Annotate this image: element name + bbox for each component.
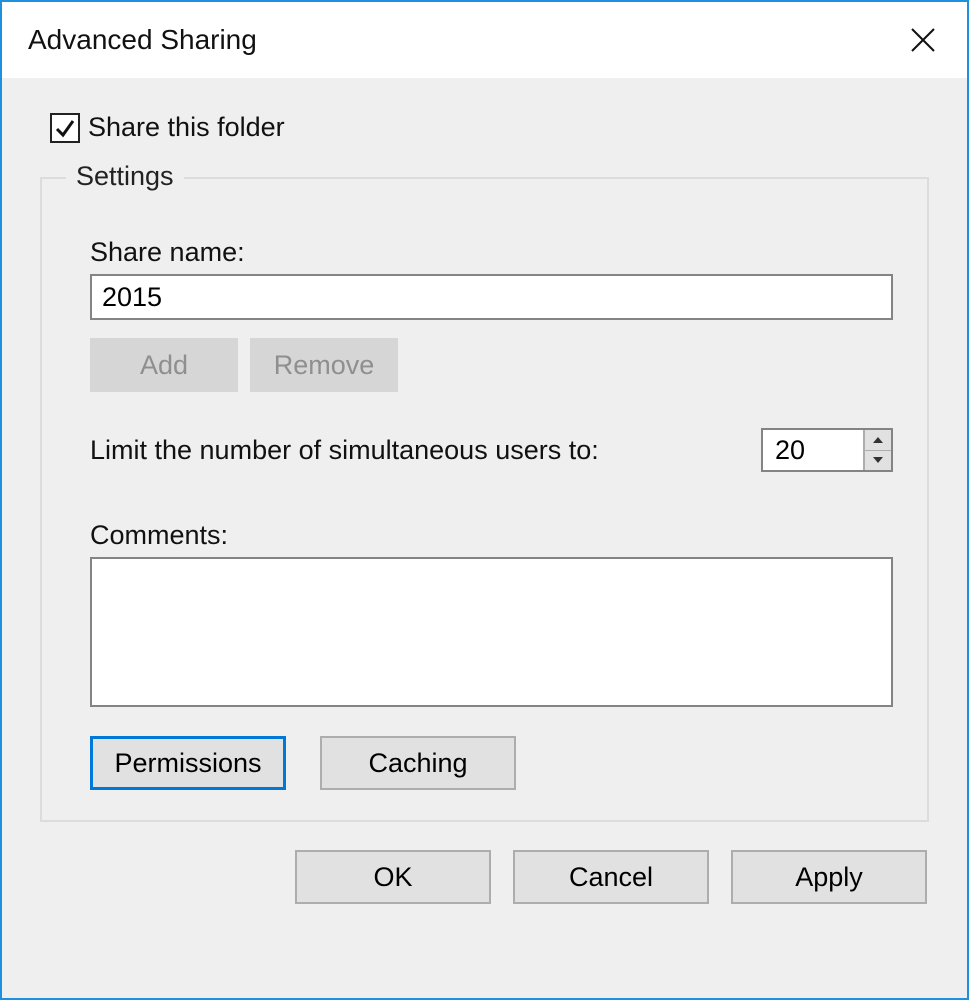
remove-button: Remove: [250, 338, 398, 392]
limit-users-spinner: [761, 428, 893, 472]
chevron-down-icon: [872, 456, 884, 464]
share-folder-label: Share this folder: [88, 112, 285, 143]
caching-button[interactable]: Caching: [320, 736, 516, 790]
comments-input[interactable]: [90, 557, 893, 707]
share-name-label: Share name:: [90, 237, 893, 268]
close-button[interactable]: [899, 16, 947, 64]
limit-users-label: Limit the number of simultaneous users t…: [90, 435, 599, 466]
add-remove-row: Add Remove: [90, 338, 893, 392]
dialog-body: Share this folder Settings Share name: A…: [2, 78, 967, 998]
add-button: Add: [90, 338, 238, 392]
titlebar: Advanced Sharing: [2, 2, 967, 78]
settings-group: Settings Share name: Add Remove Limit th…: [40, 177, 929, 822]
cancel-button[interactable]: Cancel: [513, 850, 709, 904]
permissions-button[interactable]: Permissions: [90, 736, 286, 790]
apply-button[interactable]: Apply: [731, 850, 927, 904]
dialog-button-bar: OK Cancel Apply: [40, 850, 929, 904]
limit-users-input[interactable]: [763, 430, 863, 470]
dialog-title: Advanced Sharing: [28, 24, 257, 56]
ok-button[interactable]: OK: [295, 850, 491, 904]
chevron-up-icon: [872, 436, 884, 444]
close-icon: [910, 27, 936, 53]
advanced-sharing-dialog: Advanced Sharing Share this folder Setti…: [0, 0, 969, 1000]
checkmark-icon: [54, 117, 76, 139]
share-folder-row: Share this folder: [50, 112, 929, 143]
comments-label: Comments:: [90, 520, 893, 551]
spinner-up-button[interactable]: [865, 430, 891, 450]
share-folder-checkbox[interactable]: [50, 113, 80, 143]
spinner-down-button[interactable]: [865, 450, 891, 471]
share-name-input[interactable]: [90, 274, 893, 320]
settings-group-title: Settings: [66, 161, 184, 192]
permissions-row: Permissions Caching: [90, 736, 893, 790]
spinner-arrows: [863, 430, 891, 470]
limit-users-row: Limit the number of simultaneous users t…: [90, 428, 893, 472]
